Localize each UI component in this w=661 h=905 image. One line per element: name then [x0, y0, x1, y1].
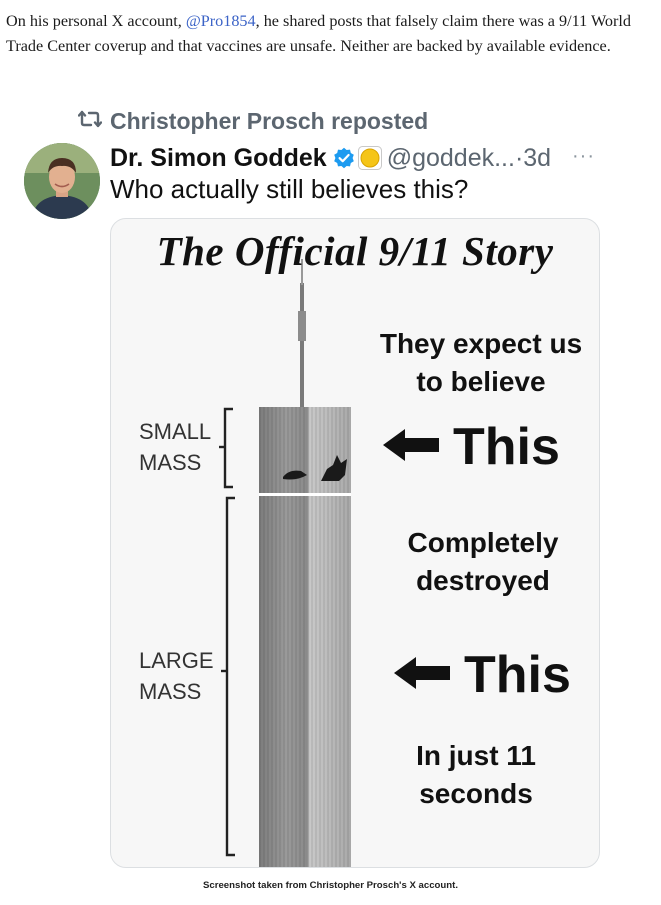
arrow-row-1: This	[383, 417, 560, 477]
repost-label: Christopher Prosch reposted	[110, 108, 429, 134]
caption-seconds: In just 11 seconds	[416, 740, 536, 809]
left-arrow-icon	[383, 428, 439, 466]
avatar[interactable]	[24, 143, 100, 219]
verified-badge-icon	[333, 147, 355, 169]
caption-destroyed: Completely destroyed	[407, 527, 559, 596]
arrow-row-2: This	[394, 645, 571, 705]
caption-this-1: This	[453, 418, 560, 476]
handle-link[interactable]: @Pro1854	[186, 12, 256, 30]
tweet-header: Dr. Simon Goddek @goddek... · 3d	[110, 141, 551, 175]
caption-this-2: This	[464, 646, 571, 704]
separator-dot: ·	[514, 143, 524, 172]
meme-title: The Official 9/11 Story	[156, 228, 554, 274]
article-paragraph: On his personal X account, @Pro1854, he …	[6, 9, 651, 58]
time-ago[interactable]: 3d	[523, 144, 551, 173]
repost-icon	[77, 108, 103, 135]
left-arrow-icon	[394, 656, 450, 694]
handle[interactable]: @goddek...	[387, 144, 515, 173]
image-credit-caption: Screenshot taken from Christopher Prosch…	[203, 880, 458, 891]
display-name[interactable]: Dr. Simon Goddek	[110, 144, 327, 173]
tweet-image[interactable]: The Official 9/11 Story SMALL MASS LARGE…	[110, 218, 600, 868]
large-mass-label: LARGE MASS	[139, 648, 214, 704]
more-options-icon[interactable]: ···	[572, 146, 595, 166]
small-mass-label: SMALL MASS	[139, 419, 212, 475]
yellow-emoji-badge-icon	[357, 146, 382, 170]
tweet-text: Who actually still believes this?	[110, 174, 469, 204]
article-text-before: On his personal X account,	[6, 12, 186, 30]
caption-expect: They expect us to believe	[379, 328, 583, 397]
repost-indicator[interactable]: Christopher Prosch reposted	[77, 108, 429, 135]
